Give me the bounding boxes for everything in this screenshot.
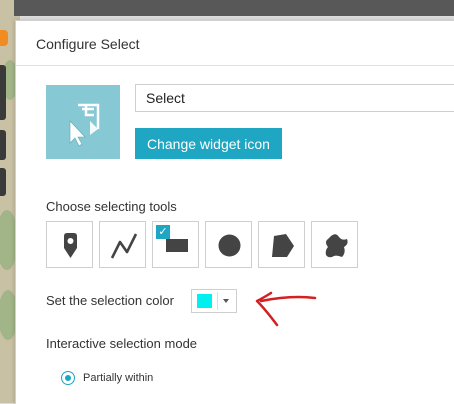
- rectangle-icon: [166, 239, 188, 252]
- dialog-title: Configure Select: [36, 36, 140, 52]
- selection-mode-label: Interactive selection mode: [46, 336, 198, 351]
- color-swatch: [197, 294, 212, 308]
- rectangle-tool-button[interactable]: ✓: [152, 221, 199, 268]
- circle-tool-button[interactable]: [205, 221, 252, 268]
- selection-color-picker[interactable]: [191, 289, 237, 313]
- change-widget-icon-button[interactable]: Change widget icon: [135, 128, 282, 159]
- polygon-tool-button[interactable]: [258, 221, 305, 268]
- chevron-down-icon: [223, 299, 229, 303]
- freehand-tool-button[interactable]: [311, 221, 358, 268]
- tools-label: Choose selecting tools: [46, 199, 177, 214]
- map-toolbar-button[interactable]: [0, 168, 6, 196]
- circle-icon: [218, 234, 241, 257]
- dialog-header: Configure Select: [16, 21, 454, 66]
- app-marker: [0, 30, 8, 46]
- widget-icon-preview: [46, 85, 120, 159]
- freehand-icon: [325, 234, 348, 258]
- annotation-arrow-icon: [255, 291, 317, 327]
- partially-within-radio[interactable]: [61, 371, 75, 385]
- polyline-icon: [110, 233, 138, 259]
- app-header-strip: [0, 0, 454, 16]
- point-tool-button[interactable]: [46, 221, 93, 268]
- selection-color-label: Set the selection color: [46, 293, 174, 308]
- polyline-tool-button[interactable]: [99, 221, 146, 268]
- configure-dialog: Configure Select Change widget icon Choo…: [15, 20, 454, 404]
- map-toolbar[interactable]: [0, 65, 6, 120]
- polygon-icon: [272, 234, 294, 257]
- select-cursor-icon: [69, 103, 100, 147]
- point-icon: [64, 233, 77, 258]
- widget-name-input[interactable]: [135, 84, 454, 112]
- partially-within-label[interactable]: Partially within: [83, 372, 153, 384]
- map-toolbar-button[interactable]: [0, 130, 6, 160]
